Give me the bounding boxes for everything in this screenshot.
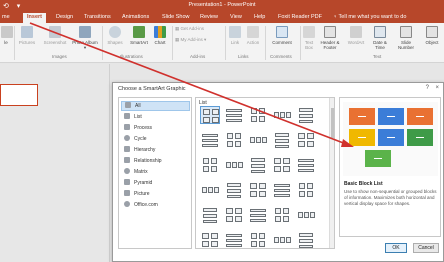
arrow-head [341, 139, 354, 147]
arrow-line [29, 22, 347, 145]
annotation-arrow [29, 22, 354, 147]
